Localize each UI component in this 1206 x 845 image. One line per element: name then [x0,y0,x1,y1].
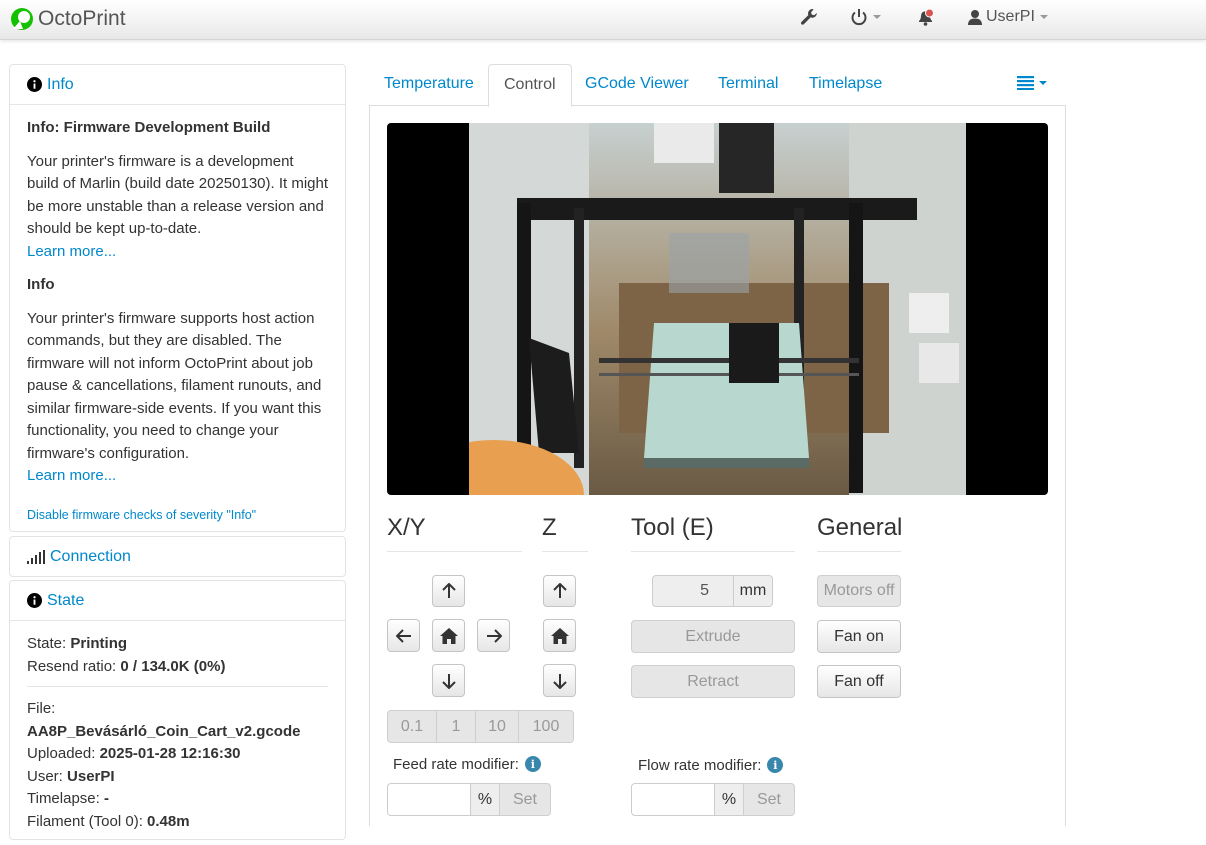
filament-row: Filament (Tool 0): 0.48m [27,812,190,830]
step-10-button[interactable]: 10 [475,710,519,743]
tab-gcode-viewer[interactable]: GCode Viewer [570,64,704,106]
bell-icon [919,8,934,26]
host-action-text: Your printer's firmware supports host ac… [27,309,322,485]
chevron-down-icon [1039,81,1047,85]
info-circle-icon [27,77,42,92]
list-icon [1017,76,1034,90]
arrow-down-icon [441,673,456,689]
motors-off-button[interactable]: Motors off [817,575,901,607]
extrude-unit-addon: mm [733,575,773,607]
tab-temperature[interactable]: Temperature [369,64,489,106]
home-icon [550,627,569,644]
jog-y-plus-button[interactable] [432,575,465,607]
extrude-amount-input[interactable]: 5 [652,575,734,607]
brand[interactable]: OctoPrint [10,4,126,34]
xy-heading: X/Y [387,512,522,552]
state-panel: State State: Printing Resend ratio: 0 / … [9,580,346,840]
state-panel-header[interactable]: State [10,581,345,621]
power-icon [851,9,867,26]
state-row: State: Printing [27,635,128,652]
state-value: Printing [70,635,128,652]
file-label: File: [27,700,56,717]
tab-timelapse[interactable]: Timelapse [794,64,897,106]
tab-terminal[interactable]: Terminal [703,64,793,106]
brand-name: OctoPrint [38,7,126,30]
tab-overflow-menu[interactable] [1017,76,1047,90]
extrude-button[interactable]: Extrude [631,620,795,653]
info-panel-title: Info [47,75,74,93]
feed-rate-set-button[interactable]: Set [499,783,551,816]
learn-more-link-2[interactable]: Learn more... [27,467,116,484]
file-value: AA8P_Bevásárló_Coin_Cart_v2.gcode [27,722,301,740]
firmware-dev-text: Your printer's firmware is a development… [27,152,329,260]
webcam-stream [387,123,1048,495]
signal-icon [27,549,45,564]
general-heading: General [817,512,902,552]
resend-ratio-row: Resend ratio: 0 / 134.0K (0%) [27,657,226,675]
arrow-right-icon [486,628,502,643]
chevron-down-icon [873,15,881,19]
user-row: User: UserPI [27,767,115,785]
fan-on-button[interactable]: Fan on [817,620,901,653]
firmware-dev-heading: Info: Firmware Development Build [27,119,271,136]
home-z-button[interactable] [543,619,576,652]
learn-more-link[interactable]: Learn more... [27,243,116,260]
flow-rate-set-button[interactable]: Set [743,783,795,816]
arrow-up-icon [441,583,456,598]
settings-button[interactable] [800,0,818,34]
tab-bar: Temperature Control GCode Viewer Termina… [369,64,1066,107]
jog-y-minus-button[interactable] [432,664,465,697]
tool-heading: Tool (E) [631,512,795,552]
home-xy-button[interactable] [432,619,465,652]
flow-rate-label: Flow rate modifier: i [638,755,784,775]
step-0.1-button[interactable]: 0.1 [387,710,437,743]
resend-ratio-value: 0 / 134.0K (0%) [120,657,226,675]
fan-off-button[interactable]: Fan off [817,665,901,698]
jog-z-minus-button[interactable] [543,664,576,697]
octoprint-logo-icon [11,8,33,30]
user-name: UserPI [986,8,1035,25]
uploaded-row: Uploaded: 2025-01-28 12:16:30 [27,745,241,762]
connection-panel: Connection [9,536,346,577]
webcam-image [469,123,966,495]
flow-rate-input[interactable] [631,783,715,816]
feed-rate-percent-addon: % [470,783,500,816]
arrow-up-icon [552,583,567,598]
timelapse-row: Timelapse: - [27,790,109,807]
tab-control[interactable]: Control [488,64,572,107]
z-heading: Z [542,512,588,552]
info-circle-icon [27,593,42,608]
navbar: OctoPrint UserPI [0,0,1206,40]
home-icon [439,627,458,644]
chevron-down-icon [1039,15,1048,19]
notifications-button[interactable] [916,0,936,34]
info-panel: Info Info: Firmware Development Build Yo… [9,64,346,532]
retract-button[interactable]: Retract [631,665,795,698]
system-menu-button[interactable] [850,0,881,34]
info-panel-header[interactable]: Info [10,65,345,105]
step-100-button[interactable]: 100 [518,710,574,743]
flow-rate-percent-addon: % [714,783,744,816]
jog-z-plus-button[interactable] [543,575,576,607]
info-heading: Info [27,276,55,293]
wrench-icon [801,9,817,25]
user-menu[interactable]: UserPI [967,0,1048,34]
arrow-left-icon [395,628,411,643]
disable-firmware-checks-link[interactable]: Disable firmware checks of severity "Inf… [27,504,328,527]
feed-rate-input[interactable] [387,783,471,816]
state-panel-title: State [47,591,85,609]
step-1-button[interactable]: 1 [436,710,476,743]
connection-panel-header[interactable]: Connection [10,537,345,576]
feed-rate-label: Feed rate modifier: i [393,754,541,774]
user-icon [968,10,982,25]
connection-panel-title: Connection [50,547,131,565]
info-icon[interactable]: i [767,757,784,773]
info-icon[interactable]: i [524,756,541,772]
jog-x-plus-button[interactable] [477,619,510,652]
arrow-down-icon [552,673,567,689]
jog-x-minus-button[interactable] [387,619,420,652]
